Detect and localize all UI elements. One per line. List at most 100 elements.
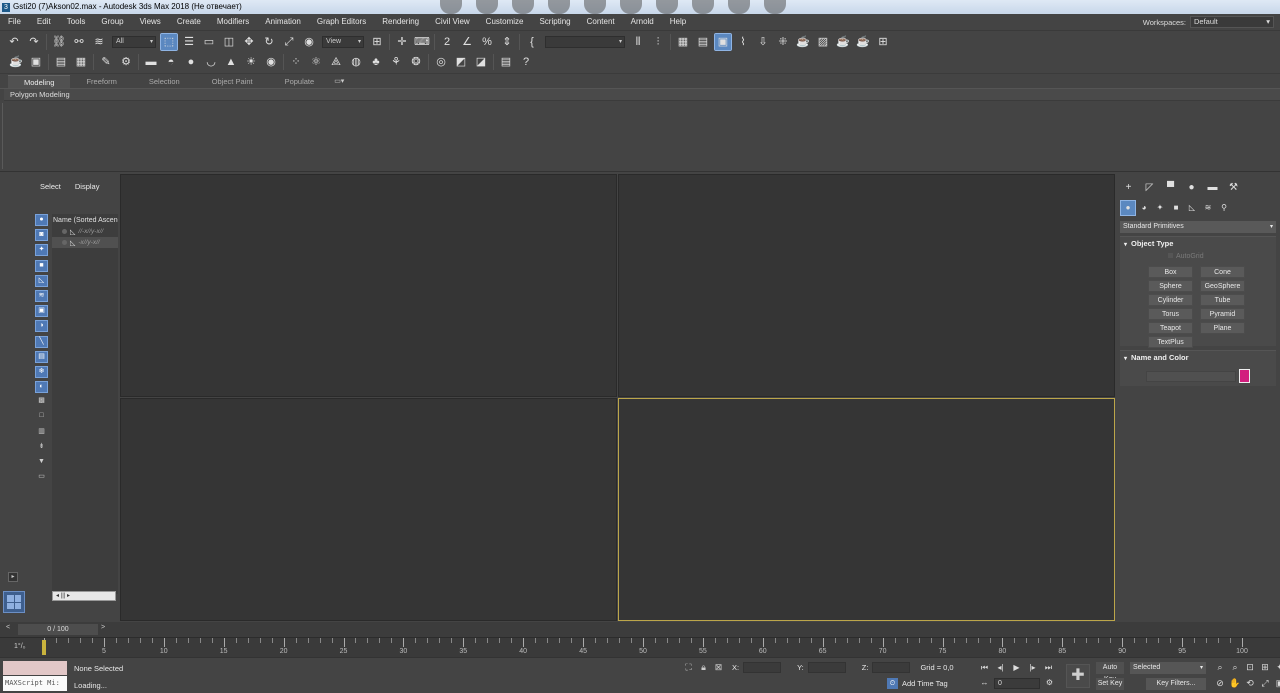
render-iterative-icon[interactable]: ☕ <box>855 34 871 50</box>
menu-group[interactable]: Group <box>93 14 131 30</box>
key-mode-dropdown[interactable]: Selected ▾ <box>1130 662 1206 674</box>
display-all-icon[interactable]: ▩ <box>35 396 48 408</box>
menu-arnold[interactable]: Arnold <box>623 14 662 30</box>
spacewarps-category-icon[interactable]: ≋ <box>1201 201 1215 215</box>
time-configuration-icon[interactable]: ⚙ <box>1043 677 1056 689</box>
viewport-layout-icon[interactable] <box>3 591 25 613</box>
current-frame-field[interactable]: 0 <box>994 677 1040 689</box>
menu-rendering[interactable]: Rendering <box>374 14 427 30</box>
pivot-center-icon[interactable]: ⊞ <box>369 34 385 50</box>
expand-panel-icon[interactable]: ▸ <box>8 572 18 582</box>
object-type-header[interactable]: ▾ Object Type <box>1120 237 1276 251</box>
play-icon[interactable]: ▶ <box>1010 662 1023 674</box>
sort-icon[interactable]: ⇟ <box>35 442 48 454</box>
tab-freeform[interactable]: Freeform <box>70 75 132 88</box>
keyboard-icon[interactable]: ▦ <box>73 54 89 70</box>
snaps-toggle-icon[interactable]: 2 <box>439 34 455 50</box>
previous-frame-icon[interactable]: < <box>6 624 10 631</box>
tube-button[interactable]: Tube <box>1200 294 1245 306</box>
motion-tab-icon[interactable]: ● <box>1184 182 1199 194</box>
menu-customize[interactable]: Customize <box>478 14 532 30</box>
zoom-all-icon[interactable]: ⌕ <box>1229 661 1241 673</box>
particle-icon[interactable]: ⁘ <box>288 54 304 70</box>
trackbar[interactable]: 1°/₀ 5 10 15 20 25 30 35 40 45 50 55 60 65 70 75 80 85 90… <box>0 637 1280 657</box>
box-button[interactable]: Box <box>1148 266 1193 278</box>
menu-graph-editors[interactable]: Graph Editors <box>309 14 374 30</box>
viewport-top-left[interactable] <box>120 174 617 397</box>
primitive-category-dropdown[interactable]: Standard Primitives ▾ <box>1120 221 1276 233</box>
app-icon[interactable]: 3 <box>2 2 10 12</box>
rendered-frame-window-icon[interactable]: ▨ <box>815 34 831 50</box>
add-time-tag[interactable]: ⏲ Add Time Tag <box>887 678 948 689</box>
create-tab-icon[interactable]: + <box>1121 182 1136 194</box>
teapot-button[interactable]: Teapot <box>1148 322 1193 334</box>
plane-primitive-icon[interactable]: ▬ <box>143 54 159 70</box>
lights-category-icon[interactable]: ✦ <box>1153 201 1167 215</box>
display-geometry-icon[interactable]: ● <box>35 214 48 226</box>
orbit-icon[interactable]: ⟲ <box>1244 677 1256 689</box>
menu-animation[interactable]: Animation <box>257 14 309 30</box>
molecule-icon[interactable]: ⚛ <box>308 54 324 70</box>
hemisphere-icon[interactable]: ◓ <box>163 54 179 70</box>
display-tab-icon[interactable]: ▬ <box>1205 182 1220 194</box>
viewport-active[interactable] <box>618 398 1115 621</box>
textplus-button[interactable]: TextPlus <box>1148 336 1193 348</box>
key-mode-toggle-icon[interactable]: ↔ <box>978 677 991 689</box>
ribbon-options-icon[interactable]: ▭▾ <box>330 75 344 88</box>
asset-tracking-icon[interactable]: ▤ <box>498 54 514 70</box>
folder-icon[interactable]: ▭ <box>35 472 48 484</box>
absolute-mode-icon[interactable]: ⊠ <box>713 662 724 673</box>
visibility-icon[interactable] <box>62 240 67 245</box>
next-key-icon[interactable]: |▸ <box>1026 662 1039 674</box>
edit-named-selection-icon[interactable]: { <box>524 34 540 50</box>
trackbar-toggle[interactable]: 1°/₀ <box>14 643 26 650</box>
viewport-render-icon[interactable]: ▣ <box>28 54 44 70</box>
daylight-icon[interactable]: ◉ <box>263 54 279 70</box>
sphere-primitive-icon[interactable]: ● <box>183 54 199 70</box>
menu-modifiers[interactable]: Modifiers <box>209 14 257 30</box>
placement-icon[interactable]: ◉ <box>301 34 317 50</box>
zoom-extents-icon[interactable]: ⊡ <box>1244 661 1256 673</box>
spinner-snap-icon[interactable]: ⇕ <box>499 34 515 50</box>
set-key-button[interactable]: Set Key <box>1096 678 1124 690</box>
plant-icon[interactable]: ♣ <box>368 54 384 70</box>
zoom-icon[interactable]: ⌕ <box>1214 661 1226 673</box>
teapot-icon[interactable]: ☕ <box>8 54 24 70</box>
scene-explorer-toggle-icon[interactable]: ▦ <box>675 34 691 50</box>
display-frozen-icon[interactable]: ❄ <box>35 365 48 378</box>
go-to-start-icon[interactable]: ⏮ <box>978 662 991 674</box>
named-selection-dropdown[interactable]: ▾ <box>545 35 625 48</box>
systems-category-icon[interactable]: ⚲ <box>1217 201 1231 215</box>
pan-icon[interactable]: ✋ <box>1229 677 1241 689</box>
angle-snap-icon[interactable]: ∠ <box>459 34 475 50</box>
object-name-input[interactable] <box>1146 371 1236 382</box>
isolate-selection-icon[interactable]: ⛶ <box>683 662 694 673</box>
menu-file[interactable]: File <box>0 14 29 30</box>
display-bones-icon[interactable]: ╲ <box>35 335 48 348</box>
display-containers-icon[interactable]: ▤ <box>35 350 48 363</box>
percent-snap-icon[interactable]: % <box>479 34 495 50</box>
display-xrefs-icon[interactable]: ◑ <box>35 320 48 333</box>
viewport-toggle-icon[interactable]: ▣ <box>1274 677 1280 689</box>
display-shapes-icon[interactable]: ◙ <box>35 229 48 242</box>
render-sphere-icon[interactable]: ◎ <box>433 54 449 70</box>
render-setup-icon[interactable]: ☕ <box>795 34 811 50</box>
reference-coordinate-dropdown[interactable]: View ▾ <box>322 35 364 48</box>
visibility-icon[interactable] <box>62 229 67 234</box>
list-item[interactable]: ◺ -x//y-x// <box>52 237 118 248</box>
selection-lock-icon[interactable]: 🔒︎ <box>698 662 709 673</box>
menu-scripting[interactable]: Scripting <box>531 14 578 30</box>
help-icon[interactable]: ? <box>518 54 534 70</box>
x-coordinate-field[interactable] <box>743 662 782 673</box>
zoom-extents-all-icon[interactable]: ⊞ <box>1259 661 1271 673</box>
filter-icon[interactable]: ▼ <box>35 457 48 469</box>
name-column-header[interactable]: Name (Sorted Ascending) <box>52 214 118 226</box>
menu-help[interactable]: Help <box>662 14 694 30</box>
cylinder-button[interactable]: Cylinder <box>1148 294 1193 306</box>
cloth-icon[interactable]: ⚘ <box>388 54 404 70</box>
keyboard-shortcut-override-icon[interactable]: ⌨ <box>414 34 430 50</box>
go-to-end-icon[interactable]: ⏭ <box>1042 662 1055 674</box>
rotate-icon[interactable]: ↻ <box>261 34 277 50</box>
auto-key-button[interactable]: Auto Key <box>1096 662 1124 683</box>
viewport-top-right[interactable] <box>618 174 1115 397</box>
